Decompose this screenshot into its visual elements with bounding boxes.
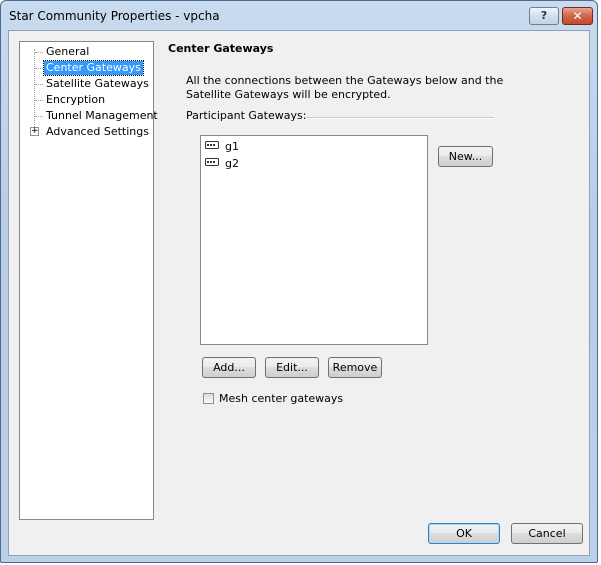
gateway-icon — [205, 156, 219, 172]
participant-gateways-label: Participant Gateways: — [186, 109, 307, 122]
dialog-client-area: General Center Gateways Satellite Gatewa… — [8, 30, 590, 556]
gateway-name: g1 — [225, 140, 239, 153]
tree-item-advanced-settings[interactable]: Advanced Settings — [44, 125, 151, 139]
gateway-name: g2 — [225, 157, 239, 170]
close-button[interactable]: ✕ — [562, 7, 593, 25]
tree-connector — [35, 84, 43, 85]
help-button[interactable]: ? — [529, 7, 559, 25]
navigation-tree[interactable]: General Center Gateways Satellite Gatewa… — [19, 41, 158, 520]
remove-button[interactable]: Remove — [328, 357, 382, 378]
tree-item-general[interactable]: General — [44, 45, 91, 59]
participant-gateways-list[interactable]: g1 g2 — [200, 135, 428, 345]
dialog-window: Star Community Properties - vpcha ? ✕ Ge… — [0, 0, 598, 563]
tree-item-encryption[interactable]: Encryption — [44, 93, 107, 107]
tree-item-satellite-gateways[interactable]: Satellite Gateways — [44, 77, 151, 91]
window-title: Star Community Properties - vpcha — [9, 9, 220, 23]
separator-line — [306, 117, 494, 119]
edit-button[interactable]: Edit... — [265, 357, 319, 378]
tree-connector — [35, 100, 43, 101]
cancel-button[interactable]: Cancel — [511, 523, 583, 544]
expand-plus-icon[interactable]: + — [30, 127, 39, 136]
section-description: All the connections between the Gateways… — [186, 74, 504, 101]
tree-item-tunnel-management[interactable]: Tunnel Management — [44, 109, 160, 123]
mesh-center-gateways-label[interactable]: Mesh center gateways — [219, 392, 343, 405]
ok-button[interactable]: OK — [428, 523, 500, 544]
title-bar[interactable]: Star Community Properties - vpcha ? ✕ — [1, 1, 597, 31]
list-item-g2[interactable]: g2 — [205, 156, 239, 172]
gateway-icon — [205, 139, 219, 155]
mesh-center-gateways-checkbox[interactable] — [203, 393, 214, 404]
section-title: Center Gateways — [168, 42, 274, 55]
tree-connector — [35, 52, 43, 53]
tree-connector — [35, 116, 43, 117]
add-button[interactable]: Add... — [202, 357, 256, 378]
tree-item-center-gateways[interactable]: Center Gateways — [43, 60, 144, 76]
new-button[interactable]: New... — [438, 146, 493, 167]
list-item-g1[interactable]: g1 — [205, 139, 239, 155]
tree-connector-line — [34, 49, 35, 129]
tree-connector — [35, 68, 43, 69]
